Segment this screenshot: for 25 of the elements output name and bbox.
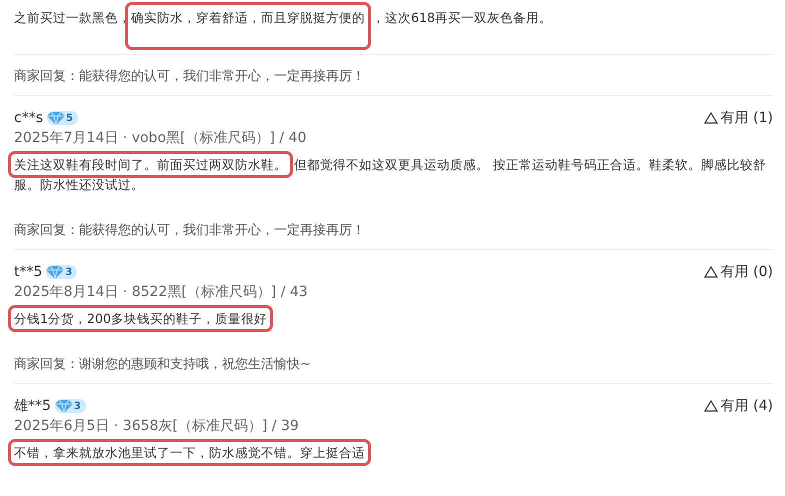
review-meta: 2025年7月14日 · vobo黑[（标准尺码）] / 40: [14, 129, 308, 147]
merchant-reply: 商家回复：能获得您的认可，我们非常开心，一定再接再厉！: [14, 209, 773, 250]
review-text: 关注这双鞋有段时间了。前面买过两双防水鞋。 但都觉得不如这双更具运动质感。 按正常运动鞋号码正合适。鞋柔软。脚感比较舒服。防水性还没试过。: [8, 149, 773, 201]
level-badge: 5: [47, 111, 78, 125]
merchant-reply: 商家回复：能获得您的认可，我们非常开心，一定再接再厉！: [14, 55, 773, 96]
review-meta: 2025年6月5日 · 3658灰[（标准尺码）] / 39: [14, 417, 300, 435]
diamond-icon: [46, 266, 64, 278]
triangle-icon: [704, 266, 718, 278]
triangle-icon: [704, 112, 718, 124]
useful-button[interactable]: 有用 (1): [704, 109, 773, 127]
username: c**s: [14, 110, 43, 126]
username: t**5: [14, 264, 42, 280]
level-badge: 3: [54, 399, 86, 413]
review-text: 之前买过一款黑色，确实防水，穿着舒适，而且穿脱挺方便的 ，这次618再买一双灰色备用。: [8, 2, 773, 50]
review-text: 不错，拿来就放水池里试了一下，防水感觉不错。穿上挺合适: [8, 437, 773, 469]
diamond-icon: [47, 112, 65, 124]
review-meta: 2025年8月14日 · 8522黑[（标准尺码）] / 43: [14, 283, 309, 301]
useful-button[interactable]: 有用 (4): [704, 397, 773, 415]
useful-button[interactable]: 有用 (0): [704, 263, 773, 281]
diamond-icon: [54, 400, 73, 412]
triangle-icon: [704, 400, 718, 412]
username: 雄**5: [14, 397, 51, 415]
review-text: 分钱1分货，200多块钱买的鞋子，质量很好: [8, 303, 773, 335]
merchant-reply: 商家回复：谢谢您的惠顾和支持哦，祝您生活愉快~: [14, 343, 773, 384]
level-badge: 3: [46, 265, 78, 279]
